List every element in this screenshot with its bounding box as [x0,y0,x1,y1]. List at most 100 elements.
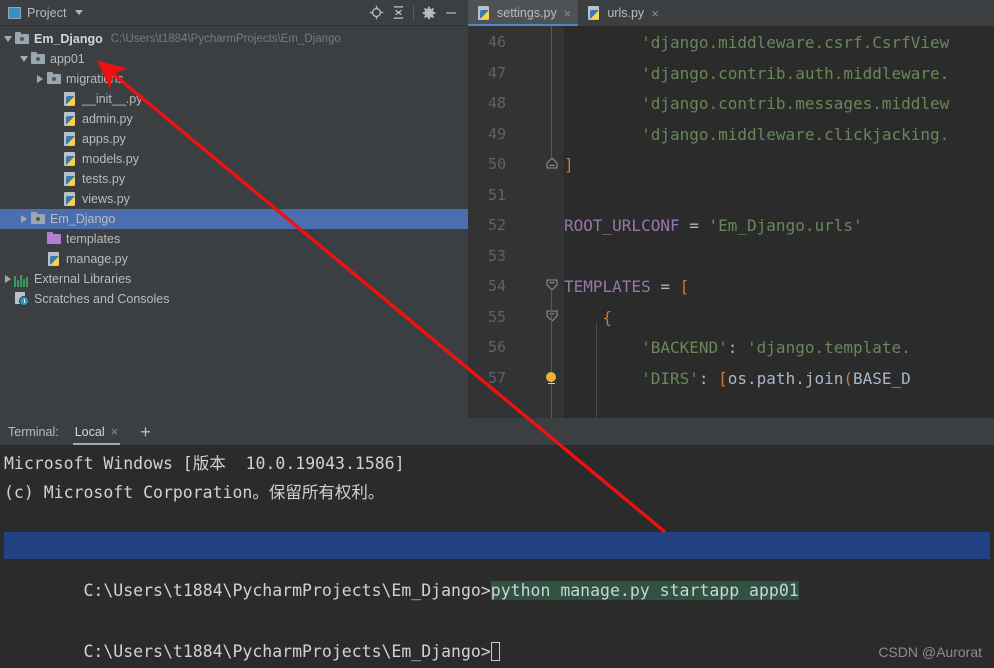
editor-tab-settings-py[interactable]: settings.py × [468,0,579,26]
terminal-line: (c) Microsoft Corporation。保留所有权利。 [4,483,385,502]
line-number: 46 [487,33,506,51]
editor-gutter[interactable]: 46 47 48 49 50 51 52 53 54 55 56 57 [468,26,564,418]
tree-expander-empty [50,149,62,169]
tree-item-manage-py[interactable]: manage.py [0,249,468,269]
terminal-prompt-line: C:\Users\t1884\PycharmProjects\Em_Django… [4,623,500,668]
python-file-icon [62,191,78,207]
tree-item-app01[interactable]: app01 [0,49,468,69]
tree-expander[interactable] [34,69,46,89]
line-number: 55 [487,307,506,326]
editor-area: settings.py × urls.py × 46 47 48 49 50 51 52 53 54 5… [468,0,994,418]
project-tool-window: Project Em_Django C:\Users\t1884\Pycharm… [0,0,468,418]
tree-item-models-py[interactable]: models.py [0,149,468,169]
fold-end-icon[interactable] [545,156,559,170]
tree-item-em-django[interactable]: Em_Django C:\Users\t1884\PycharmProjects\… [0,29,468,49]
line-number: 53 [487,246,506,265]
tree-item-templates[interactable]: templates [0,229,468,249]
tree-expander-empty [50,89,62,109]
tree-item-label: __init__.py [82,92,143,106]
python-file-icon [62,91,78,107]
toolbar-divider [413,5,414,20]
tree-expander-empty [50,109,62,129]
terminal-line: Microsoft Windows [版本 10.0.19043.1586] [4,454,405,473]
libraries-icon [14,271,30,287]
code-line: TEMPLATES = [ [564,277,690,296]
tree-expander-empty [34,249,46,269]
terminal-prompt-2: C:\Users\t1884\PycharmProjects\Em_Django… [83,642,491,661]
terminal-tab-local[interactable]: Local × [69,419,124,445]
tree-item-admin-py[interactable]: admin.py [0,109,468,129]
indent-guide [596,321,597,418]
tree-item-external-libraries[interactable]: External Libraries [0,269,468,289]
gear-icon[interactable] [418,2,440,24]
project-toolbar: Project [0,0,468,26]
terminal-tool-window: Terminal: Local × + Microsoft Windows [版… [0,418,994,668]
tree-item-apps-py[interactable]: apps.py [0,129,468,149]
folder-module-icon [14,31,30,47]
python-file-icon [62,171,78,187]
terminal-prompt: C:\Users\t1884\PycharmProjects\Em_Django… [83,581,491,600]
tree-item-path: C:\Users\t1884\PycharmProjects\Em_Django [110,33,341,45]
tree-item-label: Em_Django [50,212,116,226]
tree-expander[interactable] [18,49,30,69]
code-line: ] [564,155,574,174]
code-line: 'BACKEND': 'django.template. [641,338,911,357]
code-editor[interactable]: 46 47 48 49 50 51 52 53 54 55 56 57 'django.middlew… [468,26,994,418]
pycharm-window: Project Em_Django C:\Users\t1884\Pycharm… [0,0,994,668]
tree-item-label: manage.py [66,252,128,266]
close-icon[interactable]: × [564,6,572,21]
folder-module-icon [30,51,46,67]
close-icon[interactable]: × [651,6,659,21]
python-file-icon [46,251,62,267]
code-line: 'django.middleware.csrf.CsrfView [564,33,950,52]
project-tree[interactable]: Em_Django C:\Users\t1884\PycharmProjects\… [0,26,468,309]
tree-expander-empty [50,129,62,149]
project-panel-icon [8,6,21,19]
tree-expander-empty [34,229,46,249]
code-line: ROOT_URLCONF = 'Em_Django.urls' [564,216,863,235]
tree-item-label: Em_Django [34,32,103,46]
code-line: 'django.contrib.messages.middlew [564,94,950,113]
fold-start-icon[interactable] [545,309,559,323]
tree-item-scratches-and-consoles[interactable]: Scratches and Consoles [0,289,468,309]
tree-item-em-django[interactable]: Em_Django [0,209,468,229]
tree-item--init-py[interactable]: __init__.py [0,89,468,109]
python-file-icon [586,5,602,21]
tree-expander-empty [50,189,62,209]
line-number: 50 [487,155,506,173]
tree-item-label: app01 [50,52,85,66]
line-number: 49 [487,124,506,143]
tree-expander[interactable] [2,29,14,49]
minimize-icon[interactable] [440,2,462,24]
folder-module-icon [30,211,46,227]
line-number: 54 [487,277,506,295]
tree-item-label: models.py [82,152,139,166]
line-number: 57 [487,368,506,387]
terminal-command: python manage.py startapp app01 [490,581,799,600]
terminal-output[interactable]: Microsoft Windows [版本 10.0.19043.1586] (… [0,446,994,668]
tree-item-views-py[interactable]: views.py [0,189,468,209]
collapse-all-icon[interactable] [387,2,409,24]
folder-purple-icon [46,231,62,247]
chevron-down-icon[interactable] [74,10,83,15]
tree-item-tests-py[interactable]: tests.py [0,169,468,189]
fold-connector [551,26,552,157]
tree-expander[interactable] [2,269,14,289]
terminal-header: Terminal: Local × + [0,418,994,446]
intention-bulb-icon[interactable] [544,371,558,386]
tree-expander-empty [2,289,14,309]
line-number: 56 [487,338,506,356]
terminal-command-line: C:\Users\t1884\PycharmProjects\Em_Django… [4,562,799,619]
tree-expander[interactable] [18,209,30,229]
new-terminal-button[interactable]: + [134,423,157,441]
tree-expander-empty [50,169,62,189]
line-number: 52 [487,216,506,234]
fold-connector [551,291,552,418]
tree-item-migrations[interactable]: migrations [0,69,468,89]
fold-start-icon[interactable] [545,278,559,292]
close-icon[interactable]: × [111,424,119,439]
project-panel-title: Project [27,5,67,20]
folder-module-icon [46,71,62,87]
locate-target-icon[interactable] [365,2,387,24]
editor-tab-urls-py[interactable]: urls.py × [578,0,665,26]
